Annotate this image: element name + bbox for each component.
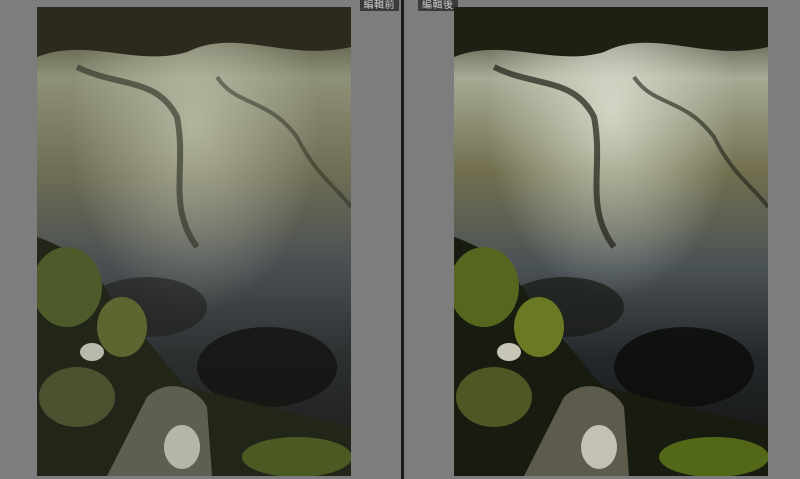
after-photo — [454, 7, 768, 476]
after-pane: 編輯後 — [404, 0, 800, 479]
after-label: 編輯後 — [418, 0, 458, 11]
before-photo — [37, 7, 351, 476]
before-photo-image — [37, 7, 351, 476]
before-pane: 編輯前 — [0, 0, 401, 479]
before-label: 編輯前 — [359, 0, 399, 11]
after-photo-image — [454, 7, 768, 476]
